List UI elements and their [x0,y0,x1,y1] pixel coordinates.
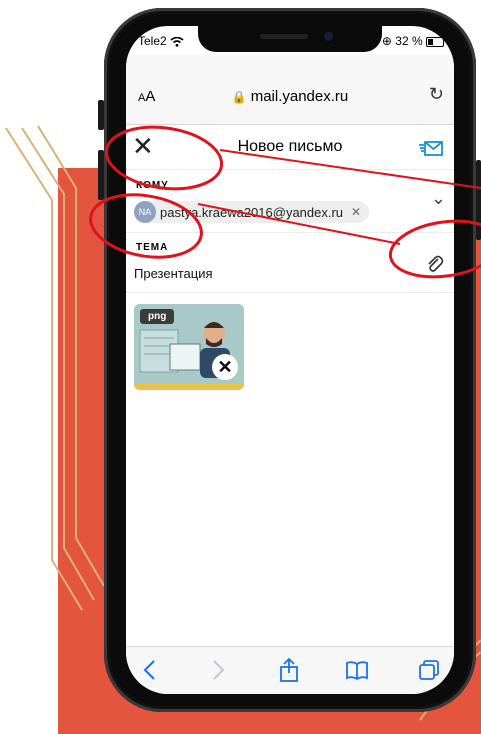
reload-icon[interactable]: ↻ [429,84,444,105]
recipient-field[interactable]: КОМУ ⌄ NA pastya.kraewa2016@yandex.ru ✕ [126,170,454,233]
wifi-icon [170,36,184,47]
send-icon[interactable] [418,135,444,159]
bookmarks-icon[interactable] [344,657,370,683]
side-button-right [476,160,481,240]
camera [324,32,333,41]
subject-input[interactable]: Презентация [134,266,213,281]
subject-label: ТЕМА [136,242,169,253]
side-button-left-2 [98,150,104,200]
remove-attachment-icon[interactable]: ✕ [212,354,238,380]
file-type-badge: png [140,309,175,324]
url-field[interactable]: 🔒 mail.yandex.ru [126,88,454,105]
battery-indicator: ⊕ 32 % [382,34,444,48]
phone-screen: Tele2 ⊕ 32 % AA 🔒 mail.yandex.ru ↻ ✕ Нов… [126,26,454,694]
to-label: КОМУ [136,180,169,191]
remove-recipient-icon[interactable]: ✕ [351,205,361,219]
notch [198,26,382,52]
recipient-chip[interactable]: NA pastya.kraewa2016@yandex.ru ✕ [134,201,370,223]
lock-icon: 🔒 [231,90,247,104]
side-button-left [98,100,104,130]
forward-icon[interactable] [204,657,230,683]
recipient-email: pastya.kraewa2016@yandex.ru [160,204,344,220]
rotation-lock-icon: ⊕ [381,34,392,48]
attach-icon[interactable] [426,254,444,276]
back-icon[interactable] [138,657,164,683]
browser-address-bar[interactable]: AA 🔒 mail.yandex.ru ↻ [126,54,454,125]
compose-header: ✕ Новое письмо [126,125,454,170]
share-icon[interactable] [276,657,302,683]
avatar: NA [134,201,156,223]
browser-toolbar [126,646,454,694]
subject-field[interactable]: ТЕМА Презентация [126,232,454,293]
speaker [260,34,308,39]
carrier-label: Tele2 [138,34,184,48]
battery-icon [426,36,444,47]
page-title: Новое письмо [237,138,343,155]
chevron-down-icon[interactable]: ⌄ [431,188,446,209]
tabs-icon[interactable] [416,657,442,683]
attachment-thumbnail[interactable]: png ✕ [134,304,244,390]
